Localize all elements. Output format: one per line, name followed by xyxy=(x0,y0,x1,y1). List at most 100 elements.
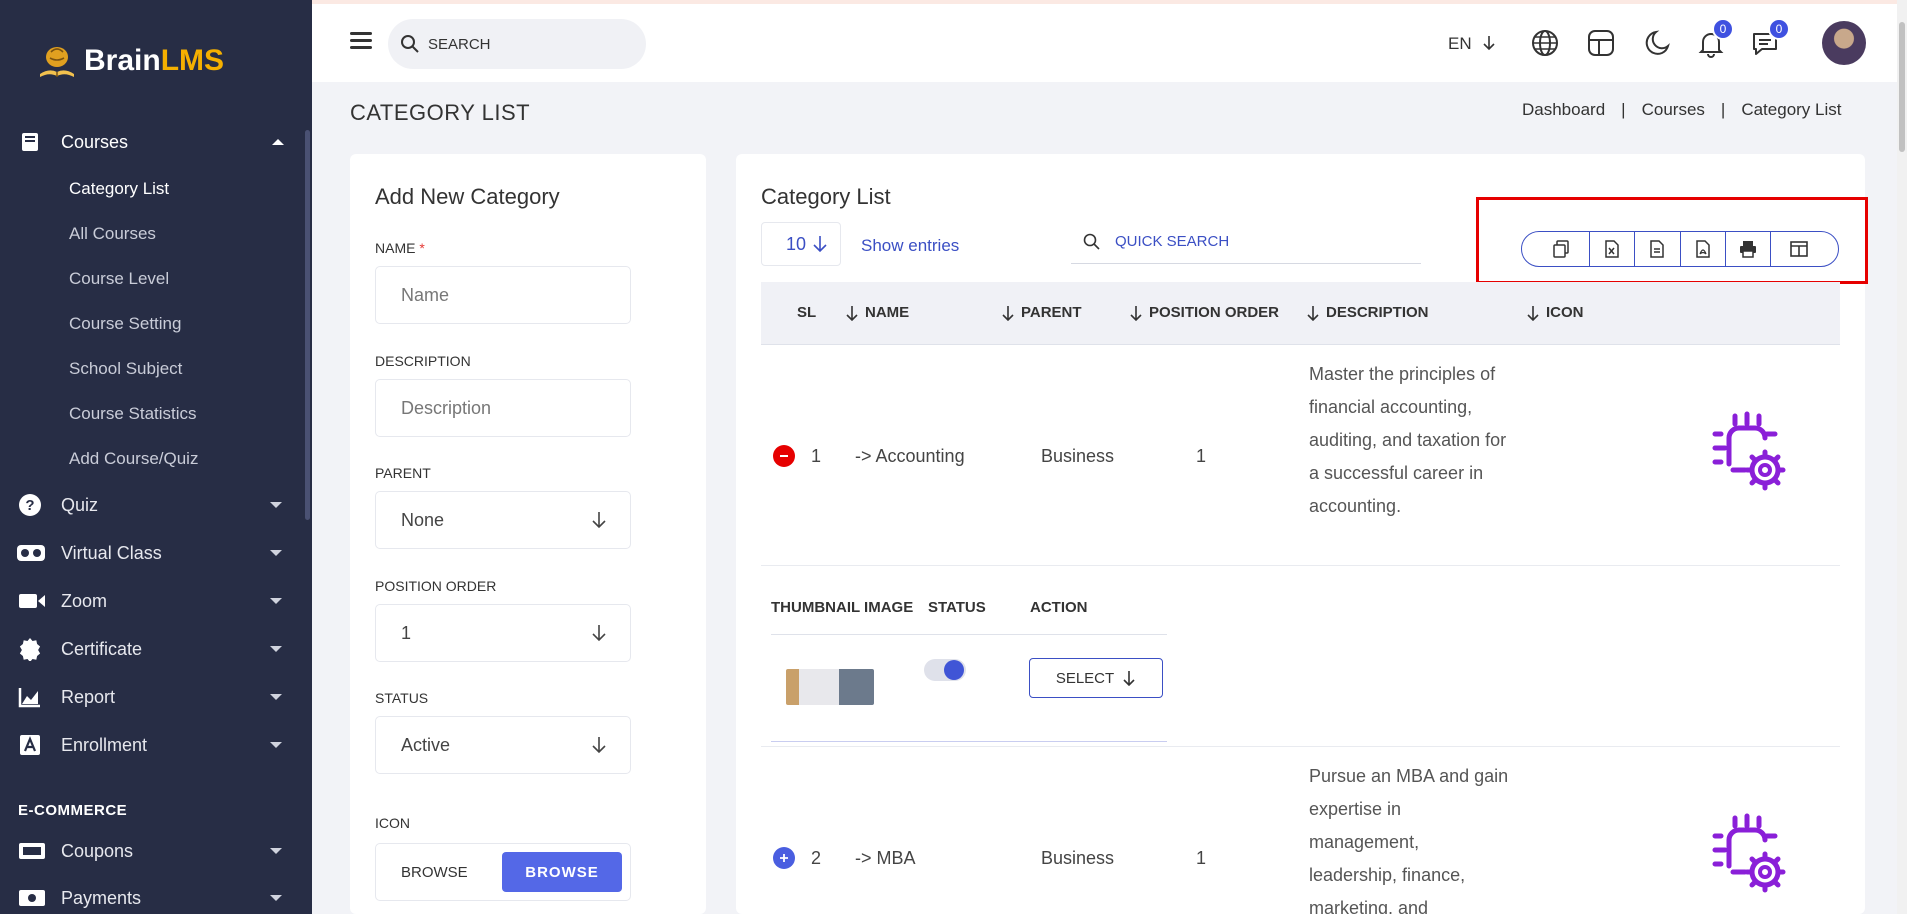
brand-name-part1: Brain xyxy=(84,44,161,77)
brand-logo[interactable]: Brain LMS xyxy=(36,40,224,82)
arrow-down-icon xyxy=(592,512,606,529)
quick-search-input[interactable] xyxy=(1115,233,1395,250)
column-name-label: NAME xyxy=(865,304,910,321)
column-parent[interactable]: PARENT xyxy=(1001,304,1082,321)
user-avatar[interactable] xyxy=(1822,21,1866,65)
position-select[interactable]: 1 xyxy=(375,604,631,662)
columns-button[interactable] xyxy=(1771,232,1838,266)
csv-icon xyxy=(1650,240,1665,258)
description-field[interactable] xyxy=(375,379,631,437)
collapse-row-button[interactable] xyxy=(773,445,795,467)
sidebar-item-certificate[interactable]: Certificate xyxy=(0,629,300,669)
print-button[interactable] xyxy=(1726,232,1771,266)
breadcrumb-courses[interactable]: Courses xyxy=(1642,100,1705,120)
page-title: CATEGORY LIST xyxy=(350,100,531,125)
row-description: Master the principles of financial accou… xyxy=(1309,364,1507,516)
row-sl: 1 xyxy=(811,446,822,466)
quick-search[interactable] xyxy=(1071,220,1421,264)
column-sl[interactable]: SL xyxy=(797,304,816,321)
scrollbar-thumb[interactable] xyxy=(1899,22,1905,152)
table-row: 1 -> Accounting Business 1 Master the pr… xyxy=(761,346,1840,566)
sidebar-item-quiz[interactable]: ? Quiz xyxy=(0,485,300,525)
sidebar-item-payments[interactable]: Payments xyxy=(0,878,300,914)
entries-select[interactable]: 10 xyxy=(761,222,841,266)
sidebar-item-label: Payments xyxy=(61,887,142,908)
globe-icon[interactable] xyxy=(1530,28,1560,58)
sidebar-item-enrollment[interactable]: Enrollment xyxy=(0,725,300,765)
sidebar-scrollbar[interactable] xyxy=(305,130,310,520)
action-select-button[interactable]: SELECT xyxy=(1029,658,1163,698)
parent-select[interactable]: None xyxy=(375,491,631,549)
add-category-card: Add New Category NAME * DESCRIPTION PARE… xyxy=(350,154,706,914)
chevron-down-icon xyxy=(270,598,282,604)
pdf-icon xyxy=(1695,240,1710,258)
add-category-title: Add New Category xyxy=(375,184,560,209)
expand-row-button[interactable] xyxy=(773,847,795,869)
column-description[interactable]: DESCRIPTION xyxy=(1306,304,1429,321)
name-input[interactable] xyxy=(401,284,601,306)
browse-placeholder: BROWSE xyxy=(401,863,468,881)
chevron-down-icon xyxy=(270,694,282,700)
chevron-down-icon xyxy=(270,742,282,748)
layout-icon[interactable] xyxy=(1586,28,1616,58)
entries-value: 10 xyxy=(786,233,807,254)
status-value: Active xyxy=(401,734,451,755)
excel-button[interactable] xyxy=(1590,232,1636,266)
sidebar-item-courses[interactable]: Courses xyxy=(0,122,300,162)
arrow-down-icon xyxy=(592,625,606,642)
table-row: 2 -> MBA Business 1 Pursue an MBA and ga… xyxy=(761,748,1840,914)
description-label: DESCRIPTION xyxy=(375,353,471,369)
sidebar-subitem-all-courses[interactable]: All Courses xyxy=(69,224,156,244)
browse-button[interactable]: BROWSE xyxy=(502,852,622,892)
icon-file-field[interactable]: BROWSE BROWSE xyxy=(375,843,631,901)
notifications-badge: 0 xyxy=(1712,18,1734,40)
name-field[interactable] xyxy=(375,266,631,324)
sidebar-item-zoom[interactable]: Zoom xyxy=(0,581,300,621)
sidebar-subitem-course-setting[interactable]: Course Setting xyxy=(69,314,181,334)
row-position: 1 xyxy=(1196,446,1207,466)
vr-headset-icon xyxy=(16,541,46,565)
chevron-down-icon xyxy=(270,848,282,854)
enrollment-icon xyxy=(18,733,42,757)
position-value: 1 xyxy=(401,622,412,643)
breadcrumb: Dashboard | Courses | Category List xyxy=(1522,100,1842,120)
sidebar-item-label: Zoom xyxy=(61,590,108,611)
video-camera-icon xyxy=(18,589,46,613)
sidebar-item-coupons[interactable]: Coupons xyxy=(0,831,300,871)
chevron-down-icon xyxy=(270,550,282,556)
column-icon[interactable]: ICON xyxy=(1526,304,1584,321)
description-input[interactable] xyxy=(401,397,601,419)
breadcrumb-dashboard[interactable]: Dashboard xyxy=(1522,100,1605,120)
settings-gear-category-icon xyxy=(1712,813,1786,893)
column-name[interactable]: NAME xyxy=(845,304,909,321)
money-icon xyxy=(18,886,46,910)
sidebar-subitem-school-subject[interactable]: School Subject xyxy=(69,359,182,379)
csv-button[interactable] xyxy=(1635,232,1681,266)
book-icon xyxy=(18,130,42,154)
sort-arrow-icon xyxy=(1307,305,1319,321)
column-position-order[interactable]: POSITION ORDER xyxy=(1129,304,1279,321)
sidebar-subitem-category-list[interactable]: Category List xyxy=(69,179,169,199)
sidebar-subitem-add-course-quiz[interactable]: Add Course/Quiz xyxy=(69,449,198,469)
hamburger-menu-icon[interactable] xyxy=(350,32,372,50)
header-search[interactable] xyxy=(388,19,646,69)
sort-arrow-icon xyxy=(1527,305,1539,321)
search-input[interactable] xyxy=(428,35,628,53)
sort-arrow-icon xyxy=(1130,305,1142,321)
pdf-button[interactable] xyxy=(1681,232,1726,266)
sidebar-item-virtual-class[interactable]: Virtual Class xyxy=(0,533,300,573)
sidebar-item-report[interactable]: Report xyxy=(0,677,300,717)
sidebar-subitem-course-statistics[interactable]: Course Statistics xyxy=(69,404,197,424)
sidebar-subitem-course-level[interactable]: Course Level xyxy=(69,269,169,289)
top-header: EN 0 0 xyxy=(312,4,1897,82)
sidebar-item-label: Courses xyxy=(61,131,129,152)
language-selector[interactable]: EN xyxy=(1448,34,1496,54)
copy-button[interactable] xyxy=(1522,232,1591,266)
status-select[interactable]: Active xyxy=(375,716,631,774)
moon-icon[interactable] xyxy=(1642,28,1672,58)
svg-text:?: ? xyxy=(25,497,34,514)
page-scrollbar[interactable] xyxy=(1897,0,1907,914)
sidebar-item-label: Virtual Class xyxy=(61,542,162,563)
table-header: SL NAME PARENT POSITION ORDER DESCRIPTIO… xyxy=(761,282,1840,345)
status-toggle[interactable] xyxy=(924,659,966,681)
